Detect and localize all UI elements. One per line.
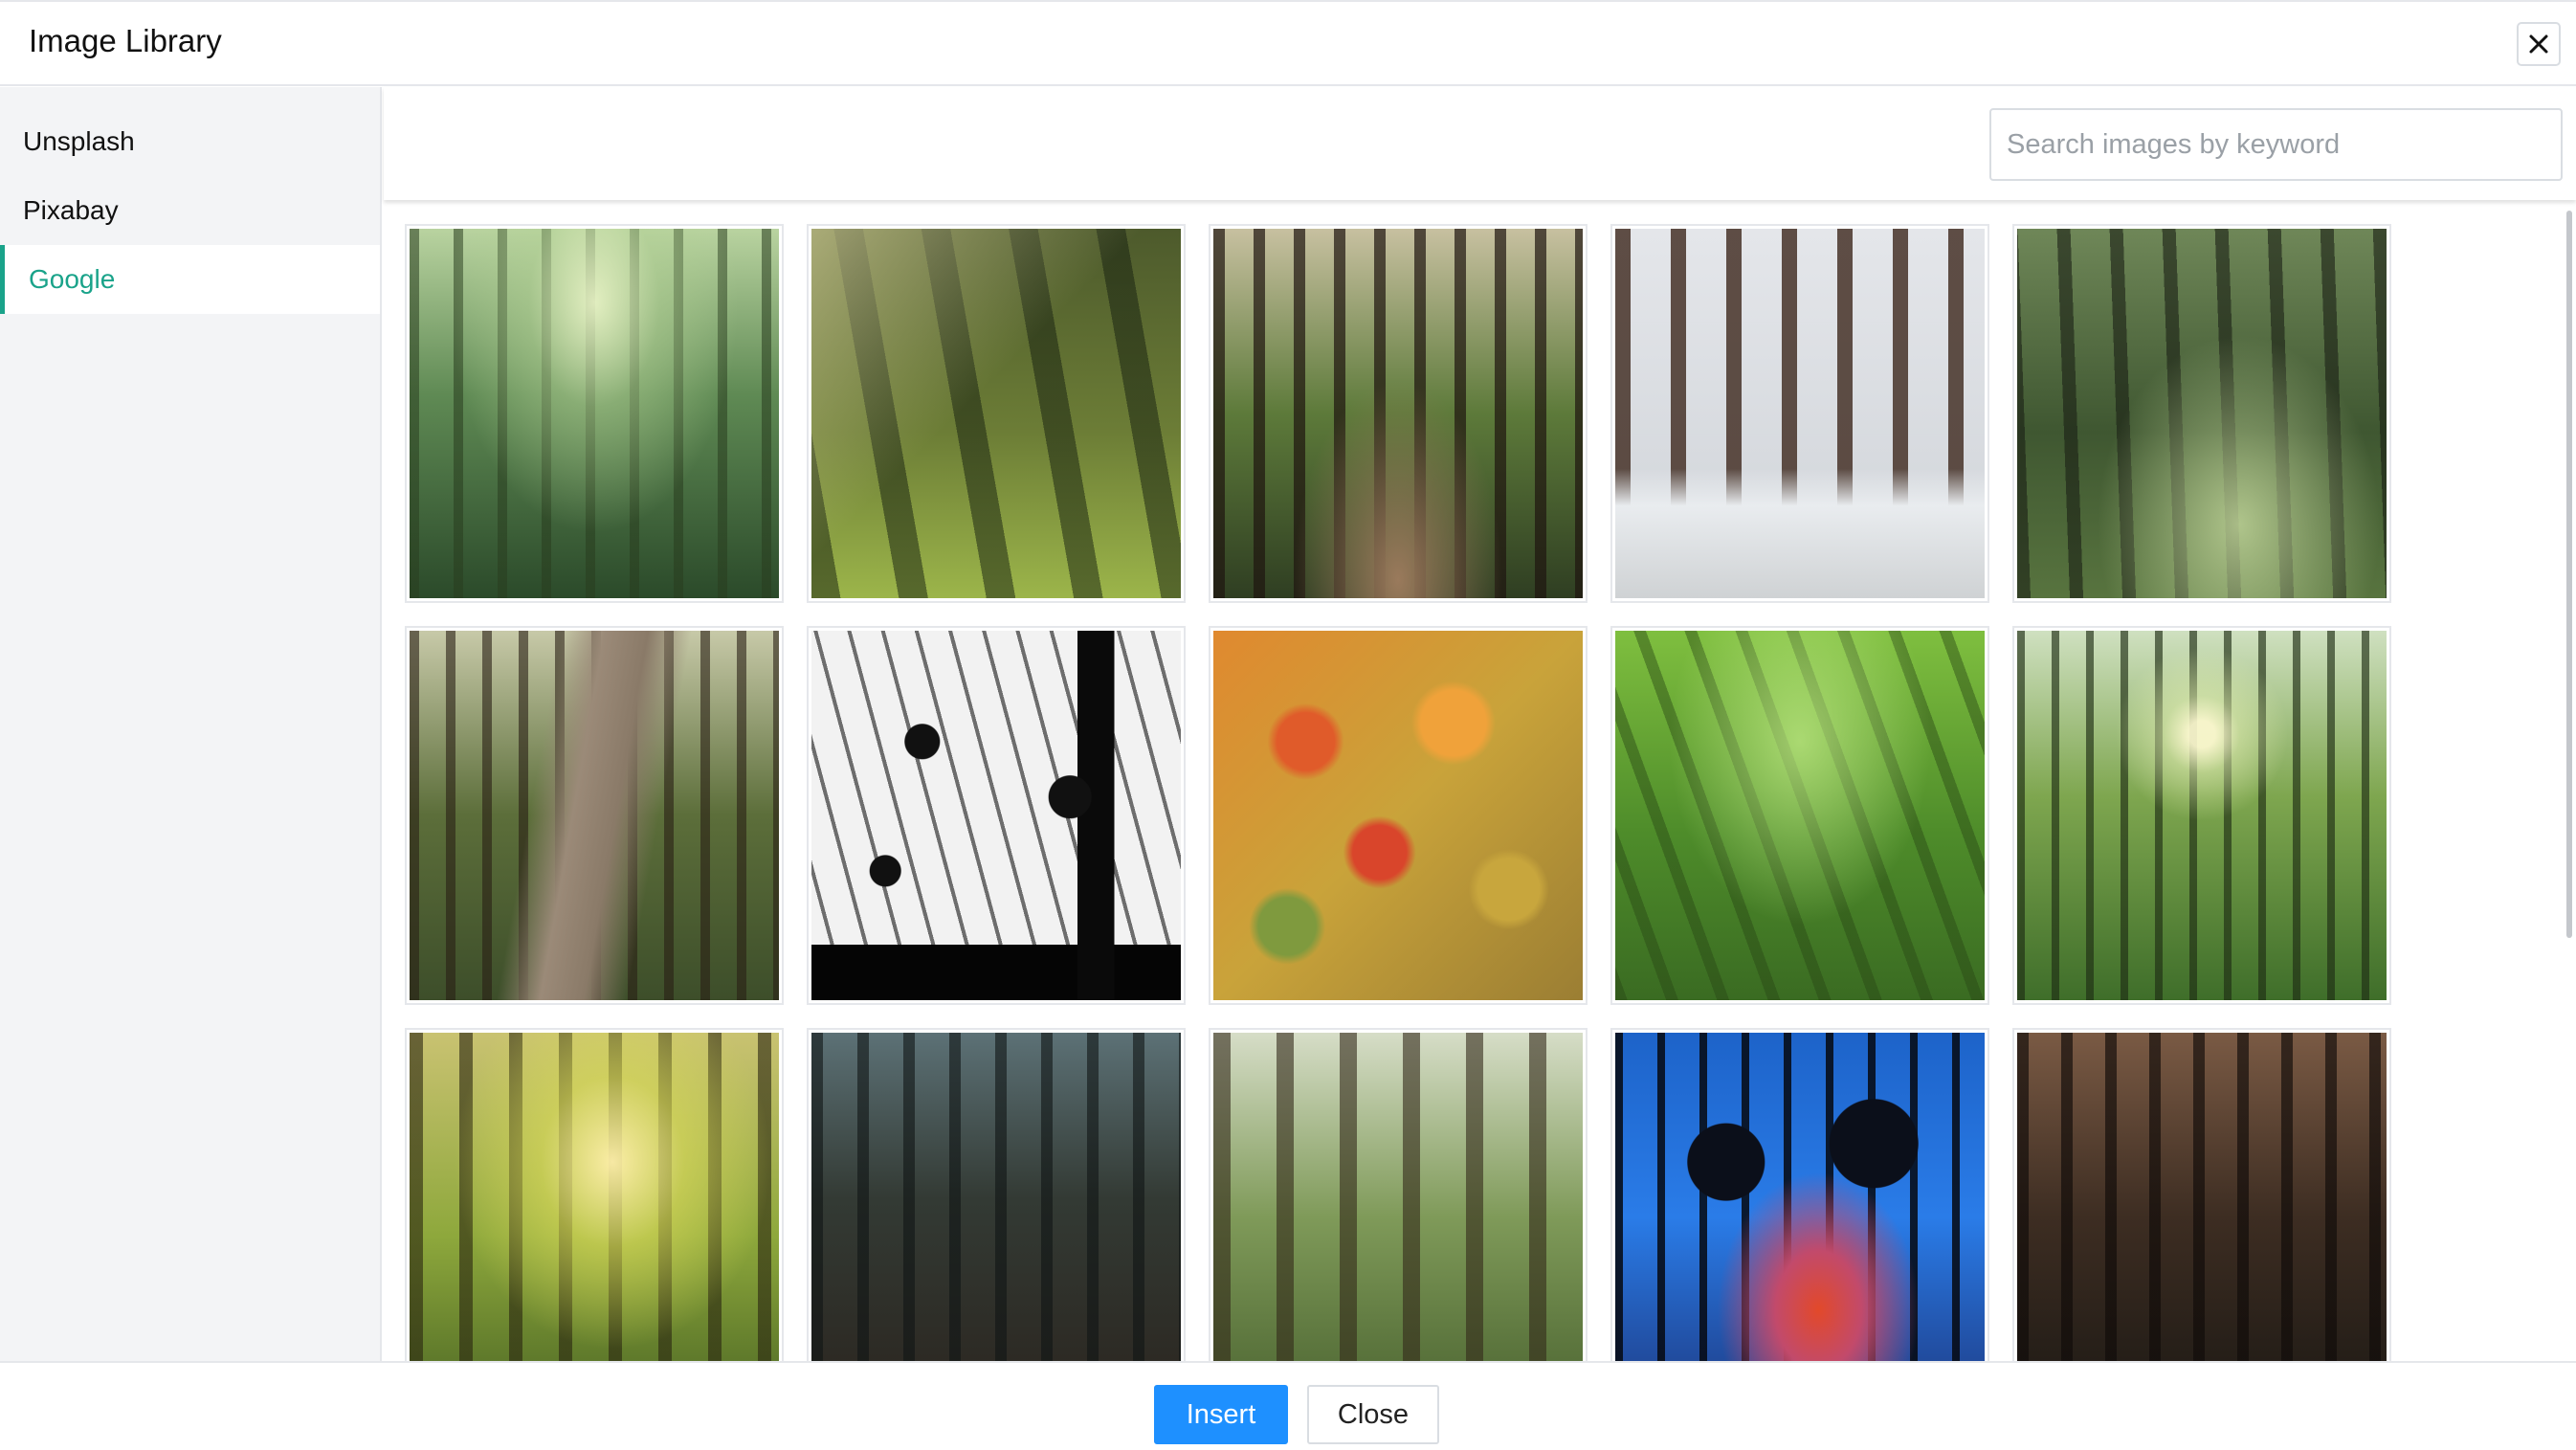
image-2 bbox=[811, 229, 1181, 598]
image-9 bbox=[1615, 631, 1985, 1000]
image-13 bbox=[1213, 1033, 1583, 1361]
image-8 bbox=[1213, 631, 1583, 1000]
close-dialog-button[interactable] bbox=[2517, 22, 2561, 66]
image-thumbnail[interactable] bbox=[405, 1028, 784, 1361]
image-3 bbox=[1213, 229, 1583, 598]
close-icon bbox=[2529, 34, 2548, 54]
image-thumbnail[interactable] bbox=[2012, 626, 2391, 1005]
sidebar-item-label: Unsplash bbox=[23, 126, 135, 156]
image-thumbnail[interactable] bbox=[807, 224, 1186, 603]
image-thumbnail[interactable] bbox=[405, 224, 784, 603]
image-7 bbox=[811, 631, 1181, 1000]
image-library-dialog: Image Library Unsplash Pixabay Google Se… bbox=[0, 0, 2576, 1450]
sidebar-item-pixabay[interactable]: Pixabay bbox=[0, 176, 380, 245]
image-thumbnail[interactable] bbox=[405, 626, 784, 1005]
sidebar-item-unsplash[interactable]: Unsplash bbox=[0, 107, 380, 176]
insert-button[interactable]: Insert bbox=[1154, 1385, 1288, 1444]
image-thumbnail[interactable] bbox=[1209, 224, 1588, 603]
image-thumbnail[interactable] bbox=[807, 626, 1186, 1005]
image-12 bbox=[811, 1033, 1181, 1361]
image-14 bbox=[1615, 1033, 1985, 1361]
dialog-footer: Insert Close bbox=[0, 1361, 2576, 1450]
sidebar-item-label: Google bbox=[29, 264, 116, 294]
image-thumbnail[interactable] bbox=[2012, 1028, 2391, 1361]
close-button[interactable]: Close bbox=[1307, 1385, 1439, 1444]
image-4 bbox=[1615, 229, 1985, 598]
image-10 bbox=[2017, 631, 2387, 1000]
grid-scrollbar[interactable] bbox=[2566, 211, 2572, 938]
image-5 bbox=[2017, 229, 2387, 598]
image-thumbnail[interactable] bbox=[2012, 224, 2391, 603]
image-thumbnail[interactable] bbox=[1209, 1028, 1588, 1361]
image-1 bbox=[410, 229, 779, 598]
image-thumbnail[interactable] bbox=[1610, 224, 1989, 603]
image-grid bbox=[384, 200, 2576, 1361]
image-thumbnail[interactable] bbox=[807, 1028, 1186, 1361]
source-sidebar: Unsplash Pixabay Google bbox=[0, 87, 382, 1361]
sidebar-item-label: Pixabay bbox=[23, 195, 119, 225]
search-bar bbox=[384, 87, 2576, 200]
image-6 bbox=[410, 631, 779, 1000]
image-15 bbox=[2017, 1033, 2387, 1361]
image-thumbnail[interactable] bbox=[1610, 626, 1989, 1005]
image-thumbnail[interactable] bbox=[1610, 1028, 1989, 1361]
search-input[interactable] bbox=[1989, 108, 2563, 181]
sidebar-item-google[interactable]: Google bbox=[0, 245, 380, 314]
dialog-title: Image Library bbox=[29, 23, 222, 58]
image-11 bbox=[410, 1033, 779, 1361]
dialog-header: Image Library bbox=[0, 2, 2576, 86]
image-thumbnail[interactable] bbox=[1209, 626, 1588, 1005]
